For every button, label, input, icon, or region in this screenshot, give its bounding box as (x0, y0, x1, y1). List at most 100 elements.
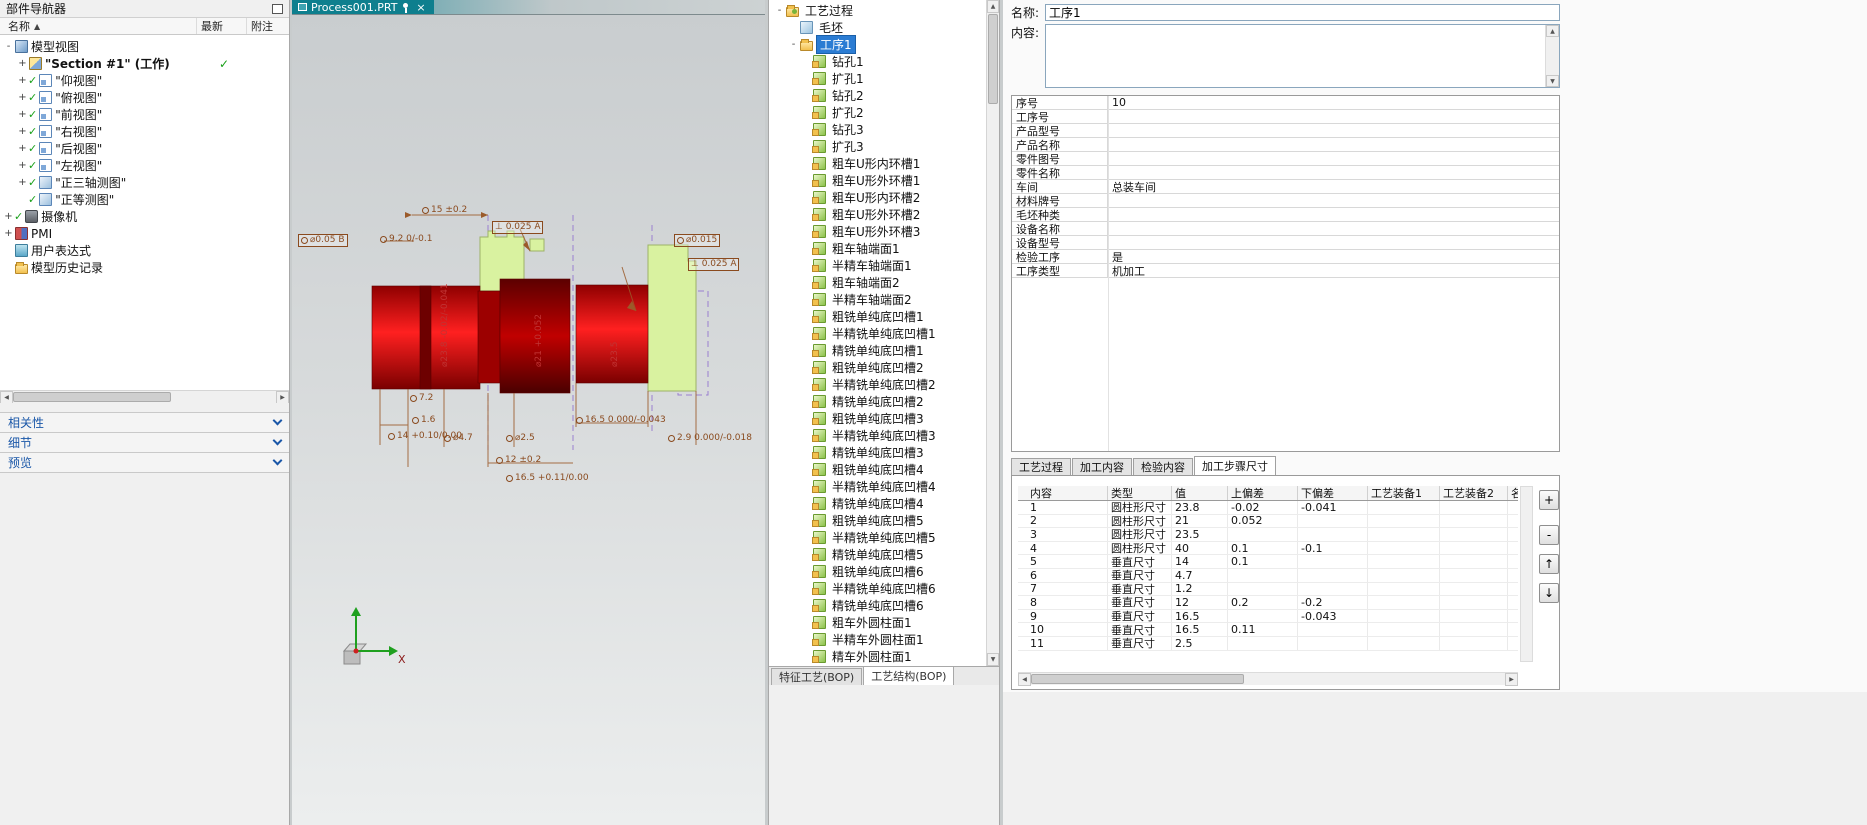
property-value[interactable] (1108, 138, 1559, 151)
table-action-button[interactable]: - (1539, 525, 1559, 545)
navigator-section-header[interactable]: 相关性 (0, 412, 289, 432)
property-row[interactable]: 材料牌号 (1012, 194, 1559, 208)
process-tree-item[interactable]: 钻孔3 (771, 121, 985, 138)
dimension-annotation[interactable]: ⌀23.5 (610, 342, 621, 367)
navigator-tree-item[interactable]: + ✓ 摄像机 (0, 208, 289, 225)
steps-table-row[interactable]: 6 垂直尺寸 4.7 (1018, 568, 1518, 583)
undock-window-icon[interactable] (272, 3, 283, 14)
table-action-button[interactable]: + (1539, 490, 1559, 510)
process-tree-item[interactable]: - 工序1 (771, 35, 985, 54)
visibility-check-icon[interactable]: ✓ (28, 193, 37, 206)
scrollbar-thumb[interactable] (1031, 673, 1245, 684)
navigator-section-header[interactable]: 预览 (0, 452, 289, 472)
navigator-horizontal-scrollbar[interactable] (0, 390, 289, 404)
dimension-annotation[interactable]: ⌀2.5 (506, 433, 535, 444)
expander-toggle[interactable]: + (17, 143, 28, 154)
scroll-down-icon[interactable] (1546, 75, 1559, 87)
property-row[interactable]: 工序号 (1012, 110, 1559, 124)
property-value[interactable]: 是 (1108, 250, 1559, 264)
steps-table-row[interactable]: 3 圆柱形尺寸 23.5 (1018, 528, 1518, 542)
property-row[interactable]: 车间 总装车间 (1012, 180, 1559, 194)
textarea-scrollbar[interactable] (1545, 25, 1559, 87)
navigator-tree-item[interactable]: + ✓ "俯视图" (0, 89, 289, 106)
dimension-annotation[interactable]: ⊥ 0.025 A (492, 221, 544, 234)
expander-toggle[interactable]: + (17, 92, 28, 103)
steps-horizontal-scrollbar[interactable] (1018, 672, 1518, 686)
process-tree-item[interactable]: 半精铣单纯底凹槽2 (771, 376, 985, 393)
pin-icon[interactable] (401, 2, 410, 13)
column-latest[interactable]: 最新 (197, 18, 247, 34)
property-value[interactable]: 总装车间 (1108, 180, 1559, 194)
detail-tab[interactable]: 检验内容 (1133, 458, 1193, 475)
process-tree-item[interactable]: 粗车轴端面1 (771, 240, 985, 257)
steps-column-header[interactable]: 类型 (1108, 486, 1172, 500)
visibility-check-icon[interactable]: ✓ (28, 91, 37, 104)
process-tree-item[interactable]: 半精车轴端面1 (771, 257, 985, 274)
property-value[interactable] (1108, 124, 1559, 137)
scroll-right-icon[interactable] (1505, 672, 1518, 686)
property-row[interactable]: 产品名称 (1012, 138, 1559, 152)
process-tree-item[interactable]: 粗车U形外环槽3 (771, 223, 985, 240)
navigator-section-header[interactable]: 细节 (0, 432, 289, 452)
property-row[interactable]: 序号 10 (1012, 96, 1559, 110)
visibility-check-icon[interactable]: ✓ (28, 74, 37, 87)
process-tree-item[interactable]: 钻孔1 (771, 53, 985, 70)
process-tree-item[interactable]: 半精铣单纯底凹槽4 (771, 478, 985, 495)
steps-column-header[interactable]: 内容 (1018, 486, 1108, 500)
expander-toggle[interactable]: + (17, 177, 28, 188)
navigator-tree-item[interactable]: + ✓ "仰视图" (0, 72, 289, 89)
process-tree-item[interactable]: 粗铣单纯底凹槽4 (771, 461, 985, 478)
scroll-left-icon[interactable] (1018, 672, 1031, 686)
property-row[interactable]: 设备名称 (1012, 222, 1559, 236)
steps-table-row[interactable]: 4 圆柱形尺寸 40 0.1 -0.1 (1018, 541, 1518, 556)
operation-content-textarea[interactable] (1045, 24, 1560, 88)
property-row[interactable]: 检验工序 是 (1012, 250, 1559, 264)
dimension-annotation[interactable]: 7.2 (410, 393, 433, 404)
process-tree-item[interactable]: 粗车U形内环槽1 (771, 155, 985, 172)
process-tree-item[interactable]: 粗铣单纯底凹槽1 (771, 308, 985, 325)
property-value[interactable] (1108, 166, 1559, 179)
steps-column-header[interactable]: 工艺装备2 (1440, 486, 1508, 500)
property-row[interactable]: 设备型号 (1012, 236, 1559, 250)
expander-toggle[interactable]: - (3, 41, 14, 52)
dimension-annotation[interactable]: 16.5 0.000/-0.043 (576, 415, 666, 426)
property-row[interactable]: 毛坯种类 (1012, 208, 1559, 222)
process-tree-item[interactable]: 精铣单纯底凹槽3 (771, 444, 985, 461)
steps-column-header[interactable]: 值 (1172, 486, 1228, 500)
dimension-annotation[interactable]: 9.2 0/-0.1 (380, 234, 433, 245)
process-tree-item[interactable]: 扩孔1 (771, 70, 985, 87)
property-value[interactable]: 机加工 (1108, 264, 1559, 278)
process-tree-item[interactable]: 粗车轴端面2 (771, 274, 985, 291)
table-action-button[interactable]: ↓ (1539, 583, 1559, 603)
process-tree-item[interactable]: 钻孔2 (771, 87, 985, 104)
expander-toggle[interactable]: + (3, 211, 14, 222)
steps-table-row[interactable]: 11 垂直尺寸 2.5 (1018, 636, 1518, 651)
column-note[interactable]: 附注 (247, 18, 289, 34)
expander-toggle[interactable]: + (17, 160, 28, 171)
process-tree-item[interactable]: 粗铣单纯底凹槽2 (771, 359, 985, 376)
navigator-tree-item[interactable]: 模型历史记录 (0, 259, 289, 276)
process-tree-item[interactable]: 粗车U形外环槽2 (771, 206, 985, 223)
property-value[interactable] (1108, 194, 1559, 207)
process-tree-item[interactable]: 粗铣单纯底凹槽6 (771, 563, 985, 580)
process-tree-item[interactable]: 精铣单纯底凹槽5 (771, 546, 985, 563)
expander-toggle[interactable]: + (17, 58, 28, 69)
steps-table-row[interactable]: 9 垂直尺寸 16.5 -0.043 (1018, 609, 1518, 624)
process-tree-item[interactable]: 扩孔3 (771, 138, 985, 155)
dimension-annotation[interactable]: 1.6 (412, 415, 435, 426)
navigator-tree-item[interactable]: + ✓ "前视图" (0, 106, 289, 123)
scroll-down-icon[interactable] (987, 653, 999, 666)
close-icon[interactable]: × (414, 1, 427, 14)
property-value[interactable] (1108, 222, 1559, 235)
process-tree-item[interactable]: 精铣单纯底凹槽1 (771, 342, 985, 359)
steps-table-row[interactable]: 8 垂直尺寸 12 0.2 -0.2 (1018, 596, 1518, 610)
part-tab[interactable]: Process001.PRT × (292, 0, 434, 14)
process-tree-item[interactable]: 粗铣单纯底凹槽3 (771, 410, 985, 427)
process-tree-item[interactable]: - 工艺过程 (771, 2, 985, 19)
process-tree-item[interactable]: 毛坯 (771, 19, 985, 36)
detail-tab[interactable]: 加工步骤尺寸 (1194, 456, 1276, 475)
process-tree-item[interactable]: 半精车轴端面2 (771, 291, 985, 308)
table-action-button[interactable]: ↑ (1539, 554, 1559, 574)
property-row[interactable]: 零件名称 (1012, 166, 1559, 180)
process-tree-item[interactable]: 精铣单纯底凹槽6 (771, 597, 985, 614)
